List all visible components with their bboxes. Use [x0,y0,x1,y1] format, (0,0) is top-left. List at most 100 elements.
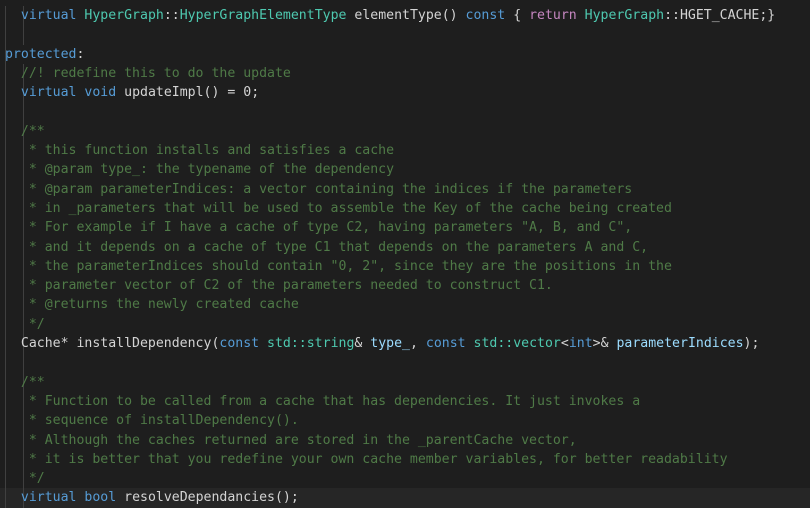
code-line-text: */ [5,317,45,332]
code-token: bool [84,490,117,506]
code-line[interactable]: * and it depends on a cache of type C1 t… [0,237,810,257]
code-line-text: * sequence of installDependency(). [5,413,299,428]
code-line-text: virtual bool resolveDependancies(); [5,490,299,505]
code-token: std::vector [473,336,561,352]
code-token: virtual [20,8,77,23]
code-line[interactable] [0,353,810,373]
code-token: < [560,336,569,352]
code-line[interactable]: * Although the caches returned are store… [0,430,810,450]
code-token: protected [5,46,77,62]
code-line[interactable]: virtual HyperGraph::HyperGraphElementTyp… [0,6,810,26]
code-line-text: * @returns the newly created cache [5,297,299,312]
code-token: ); [743,336,760,352]
code-token: , [409,336,426,352]
code-line[interactable]: */ [0,469,810,489]
code-token: resolveDependancies(); [116,490,299,506]
code-line[interactable]: virtual bool resolveDependancies(); [0,488,810,508]
code-token: { [505,8,530,23]
code-line-text: * @param parameterIndices: a vector cont… [5,182,632,197]
code-line[interactable] [0,25,810,45]
code-token: virtual [20,85,77,101]
code-token: 0 [243,85,252,101]
code-line[interactable]: * this function installs and satisfies a… [0,141,810,161]
code-line-text: virtual void updateImpl() = 0; [5,85,259,100]
code-line-text: * and it depends on a cache of type C1 t… [5,240,648,255]
code-token: * in _parameters that will be used to as… [20,200,672,216]
code-token: * @param type_: the typename of the depe… [20,162,395,178]
code-token: //! redefine this to do the update [20,65,291,81]
code-token: :: [163,8,180,23]
code-token: * sequence of installDependency(). [20,413,299,429]
code-line-text: /** [5,124,45,139]
code-token: * and it depends on a cache of type C1 t… [20,239,649,255]
code-line-text: * the parameterIndices should contain "0… [5,259,672,274]
code-token: HyperGraph [584,8,665,23]
code-token: ::HGET_CACHE;} [664,8,776,23]
code-line[interactable]: //! redefine this to do the update [0,63,810,84]
code-line[interactable]: * For example if I have a cache of type … [0,218,810,238]
code-token: const [465,8,506,23]
code-token: elementType() [346,8,466,23]
code-line-text: * @param type_: the typename of the depe… [5,162,394,177]
code-line-text: * parameter vector of C2 of the paramete… [5,278,553,293]
code-line[interactable]: * @returns the newly created cache [0,295,810,315]
code-line-text: * in _parameters that will be used to as… [5,201,672,216]
indent-guide [22,353,24,373]
code-token: & [354,336,371,352]
code-line-text: */ [5,471,45,486]
indent-guide [22,25,24,45]
code-token: return [529,8,577,23]
code-line[interactable]: protected: [0,44,810,64]
code-token: ; [251,85,260,101]
code-token: * Although the caches returned are store… [20,432,577,448]
code-token: std::string [267,336,355,352]
code-line[interactable]: /** [0,121,810,142]
code-line[interactable]: * Function to be called from a cache tha… [0,391,810,412]
code-line[interactable]: * the parameterIndices should contain "0… [0,256,810,277]
code-token: const [425,336,466,352]
code-token: * Function to be called from a cache tha… [20,393,641,409]
code-token: type_ [370,336,410,352]
code-line[interactable]: * @param type_: the typename of the depe… [0,160,810,180]
code-line-text: protected: [5,47,84,62]
code-token: * parameter vector of C2 of the paramete… [20,278,553,294]
code-line-text: virtual HyperGraph::HyperGraphElementTyp… [5,8,775,23]
code-line[interactable]: /** [0,372,810,392]
code-line[interactable]: * parameter vector of C2 of the paramete… [0,276,810,296]
code-line[interactable]: virtual void updateImpl() = 0; [0,83,810,103]
code-token: * this function installs and satisfies a… [20,143,395,159]
code-line-text: //! redefine this to do the update [5,66,291,81]
code-token: virtual [20,490,77,506]
code-line[interactable]: * in _parameters that will be used to as… [0,198,810,219]
code-line[interactable]: Cache* installDependency( const std::stri… [0,334,810,354]
code-token: * @returns the newly created cache [20,297,299,313]
code-token: HyperGraphElementType [179,8,347,23]
code-token: /** [20,374,45,390]
code-token: : [76,46,85,62]
code-token: /** [20,123,45,139]
code-token: int [568,336,593,352]
code-token: * @param parameterIndices: a vector cont… [20,181,633,197]
code-line[interactable]: */ [0,314,810,335]
code-token: * For example if I have a cache of type … [20,220,633,236]
code-token: */ [20,316,45,332]
code-line-text: * Function to be called from a cache tha… [5,394,640,409]
code-token: Cache* installDependency( [20,336,220,352]
code-line-text: * it is better that you redefine your ow… [5,452,728,467]
code-line[interactable]: * it is better that you redefine your ow… [0,449,810,470]
code-token: updateImpl() = [116,85,244,101]
code-line[interactable]: * sequence of installDependency(). [0,411,810,431]
code-editor[interactable]: virtual HyperGraph::HyperGraphElementTyp… [0,0,810,508]
code-line[interactable]: * @param parameterIndices: a vector cont… [0,179,810,199]
code-token: */ [20,471,45,487]
code-token: parameterIndices [616,336,744,352]
code-line[interactable] [0,102,810,122]
code-line-text: * Although the caches returned are store… [5,433,577,448]
indent-guide [22,102,24,122]
